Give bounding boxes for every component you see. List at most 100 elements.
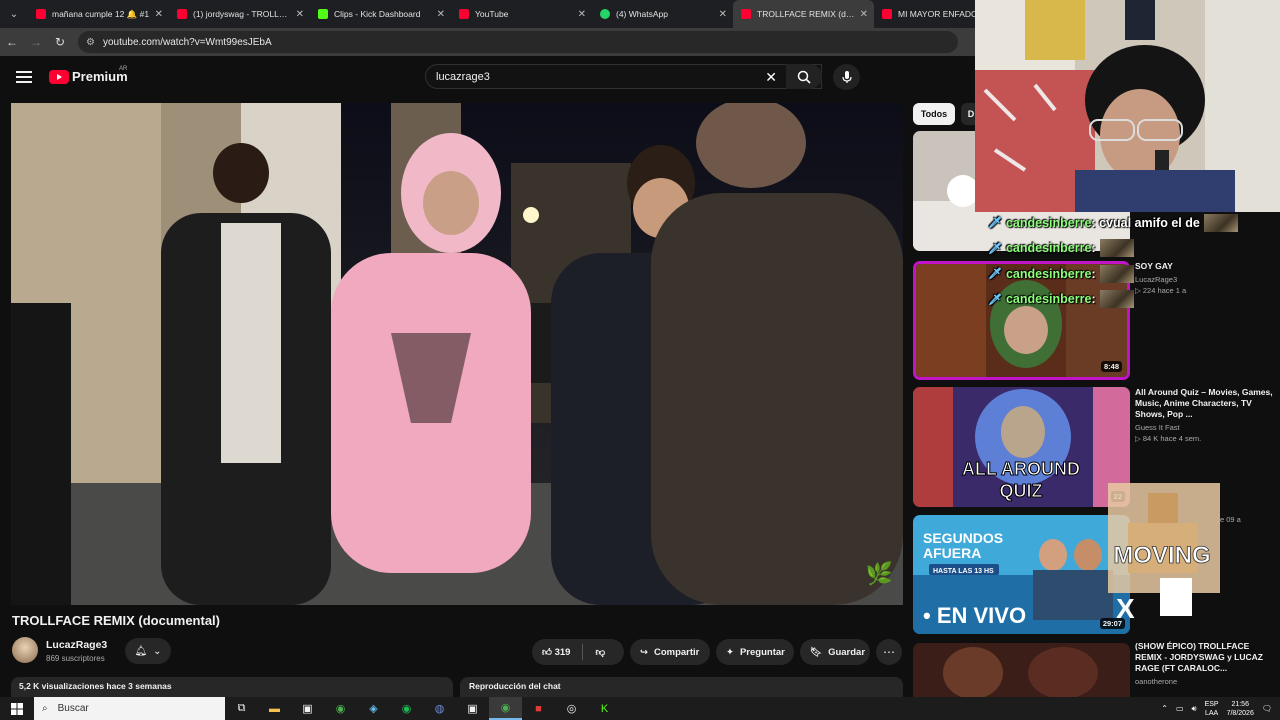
channel-name[interactable]: LucazRage3 bbox=[46, 639, 107, 651]
chat-text: cvual amifo el de bbox=[1099, 215, 1200, 230]
chat-replay-box[interactable]: Reproducción del chat bbox=[460, 677, 903, 697]
youtube-logo[interactable]: Premium AR bbox=[49, 66, 128, 84]
voice-search-button[interactable] bbox=[833, 64, 860, 90]
file-explorer-icon[interactable]: ▬ bbox=[258, 697, 291, 720]
search-placeholder: Buscar bbox=[57, 703, 89, 714]
channel-avatar[interactable] bbox=[12, 637, 38, 663]
thumbnail-caption-subtitle: HASTA LAS 13 HS bbox=[933, 568, 994, 575]
task-view-icon[interactable]: ⧉ bbox=[225, 697, 258, 720]
search-icon bbox=[797, 70, 811, 84]
share-button[interactable]: ↪ Compartir bbox=[630, 639, 710, 665]
browser-tab[interactable]: YouTube ✕ bbox=[451, 0, 592, 28]
chip-todos[interactable]: Todos bbox=[913, 103, 955, 125]
browser-tab[interactable]: (4) WhatsApp ✕ bbox=[592, 0, 733, 28]
clock-time: 21:56 bbox=[1231, 700, 1249, 708]
back-arrow-icon[interactable]: ← bbox=[0, 35, 24, 49]
video-player[interactable]: 🌿 bbox=[11, 103, 903, 605]
thumbnail-image: SEGUNDOS AFUERA HASTA LAS 13 HS • EN VIV… bbox=[913, 515, 1130, 634]
network-icon[interactable]: ▭ bbox=[1176, 704, 1184, 713]
menu-icon[interactable] bbox=[16, 71, 32, 83]
chat-emote-image bbox=[1099, 239, 1134, 258]
video-app-icon[interactable]: ■ bbox=[522, 697, 555, 720]
sparkle-icon: ✦ bbox=[726, 646, 734, 658]
dislike-icon[interactable]: 👎︎ bbox=[595, 646, 605, 658]
subscriber-count: 869 suscriptores bbox=[46, 654, 105, 663]
search-icon: ⌕ bbox=[42, 703, 48, 714]
alert-x-glyph: X bbox=[1116, 593, 1135, 623]
video-title: TROLLFACE REMIX (documental) bbox=[12, 613, 220, 628]
clear-search-icon[interactable]: ✕ bbox=[765, 69, 777, 86]
close-tab-icon[interactable]: ✕ bbox=[578, 9, 586, 20]
url-field[interactable]: ⚙ youtube.com/watch?v=Wmt99esJEbA bbox=[78, 31, 958, 53]
language-indicator[interactable]: ESP LAA bbox=[1205, 700, 1219, 718]
thumbnail-image: ALL AROUND QUIZ bbox=[913, 387, 1130, 507]
notifications-button[interactable]: 🔔︎ ⌄ bbox=[125, 638, 171, 664]
close-tab-icon[interactable]: ✕ bbox=[860, 9, 868, 20]
clock[interactable]: 21:56 7/8/2026 bbox=[1227, 700, 1254, 718]
chevron-up-icon[interactable]: ⌃ bbox=[1161, 704, 1168, 713]
thumbnail-caption-line2: AFUERA bbox=[923, 545, 981, 561]
recommendation-thumbnail[interactable]: SEGUNDOS AFUERA HASTA LAS 13 HS • EN VIV… bbox=[913, 515, 1130, 634]
sword-badge-icon: 🗡 bbox=[988, 268, 1002, 281]
tab-search-icon[interactable]: ⌄ bbox=[0, 0, 28, 28]
close-tab-icon[interactable]: ✕ bbox=[155, 9, 163, 20]
thumbnail-caption-line2: QUIZ bbox=[1000, 481, 1043, 501]
description-box[interactable]: 5,2 K visualizaciones hace 3 semanas bbox=[11, 677, 453, 697]
app-icon[interactable]: ▣ bbox=[291, 697, 324, 720]
windows-logo-icon bbox=[11, 702, 23, 715]
recommendation-info[interactable]: e 09 a bbox=[1220, 513, 1280, 524]
browser-tab[interactable]: (1) jordyswag - TROLLFACE ✕ bbox=[169, 0, 310, 28]
whatsapp-favicon-icon bbox=[600, 9, 610, 19]
discord-icon[interactable]: ◍ bbox=[423, 697, 456, 720]
recommendation-info[interactable]: All Around Quiz – Movies, Games, Music, … bbox=[1135, 387, 1275, 443]
browser-tab[interactable]: mañana cumple 12 🔔 #1 ✕ bbox=[28, 0, 169, 28]
divider bbox=[582, 644, 584, 660]
forward-arrow-icon[interactable]: → bbox=[24, 35, 48, 49]
spotify-icon[interactable]: ◉ bbox=[390, 697, 423, 720]
alert-image: MOVING X bbox=[1108, 483, 1220, 624]
tab-title: TROLLFACE REMIX (docum bbox=[757, 9, 856, 19]
youtube-play-icon bbox=[49, 69, 69, 84]
close-tab-icon[interactable]: ✕ bbox=[296, 9, 304, 20]
recommendation-thumbnail[interactable]: ALL AROUND QUIZ 22 bbox=[913, 387, 1130, 507]
webcam-image bbox=[975, 0, 1280, 212]
close-tab-icon[interactable]: ✕ bbox=[437, 9, 445, 20]
obs-icon[interactable]: ◎ bbox=[555, 697, 588, 720]
recommendation-channel: Guess It Fast bbox=[1135, 423, 1180, 432]
steam-icon[interactable]: ◈ bbox=[357, 697, 390, 720]
taskbar-search-input[interactable]: ⌕ Buscar bbox=[34, 697, 225, 720]
close-tab-icon[interactable]: ✕ bbox=[719, 9, 727, 20]
sword-badge-icon: 🗡 bbox=[988, 217, 1002, 230]
app-icon[interactable]: ▣ bbox=[456, 697, 489, 720]
browser-tab-active[interactable]: TROLLFACE REMIX (docum ✕ bbox=[733, 0, 874, 28]
kick-favicon-icon bbox=[318, 9, 328, 19]
volume-icon[interactable]: 🔊︎ bbox=[1192, 704, 1197, 714]
youtube-header: Premium AR lucazrage3 ✕ bbox=[0, 56, 975, 100]
save-label: Guardar bbox=[828, 646, 866, 658]
save-button[interactable]: 🔖︎ Guardar bbox=[800, 639, 870, 665]
youtube-favicon-icon bbox=[36, 9, 46, 19]
chat-emote-image bbox=[1099, 264, 1134, 283]
recommendation-title: (SHOW ÉPICO) TROLLFACE REMIX - JORDYSWAG… bbox=[1135, 641, 1263, 673]
ask-button[interactable]: ✦ Preguntar bbox=[716, 639, 794, 665]
browser-tab[interactable]: Clips - Kick Dashboard ✕ bbox=[310, 0, 451, 28]
search-input[interactable]: lucazrage3 ✕ bbox=[425, 64, 822, 89]
start-button[interactable] bbox=[0, 697, 34, 720]
like-button[interactable]: 👍︎ 319 bbox=[542, 646, 570, 658]
recommendation-info[interactable]: (SHOW ÉPICO) TROLLFACE REMIX - JORDYSWAG… bbox=[1135, 641, 1275, 686]
chrome-icon-active[interactable]: ◉ bbox=[489, 697, 522, 720]
more-actions-button[interactable]: ⋯ bbox=[876, 639, 902, 665]
chat-replay-label: Reproducción del chat bbox=[469, 681, 561, 691]
thumbnail-caption-line1: ALL AROUND bbox=[962, 459, 1080, 479]
recommendation-thumbnail[interactable] bbox=[913, 643, 1130, 697]
kick-icon[interactable]: K bbox=[588, 697, 621, 720]
bookmark-icon: 🔖︎ bbox=[810, 646, 823, 658]
chrome-icon[interactable]: ◉ bbox=[324, 697, 357, 720]
site-info-icon[interactable]: ⚙ bbox=[86, 37, 95, 48]
stream-chat-overlay: 🗡 candesinberre: cvual amifo el de 🗡 cande… bbox=[988, 210, 1268, 312]
search-button[interactable] bbox=[786, 64, 822, 89]
chat-message: 🗡 candesinberre: bbox=[988, 287, 1268, 313]
reload-icon[interactable]: ↻ bbox=[48, 35, 72, 49]
notifications-icon[interactable]: 🗨︎ bbox=[1262, 704, 1272, 713]
leaf-sticker-icon: 🌿 bbox=[865, 561, 893, 586]
